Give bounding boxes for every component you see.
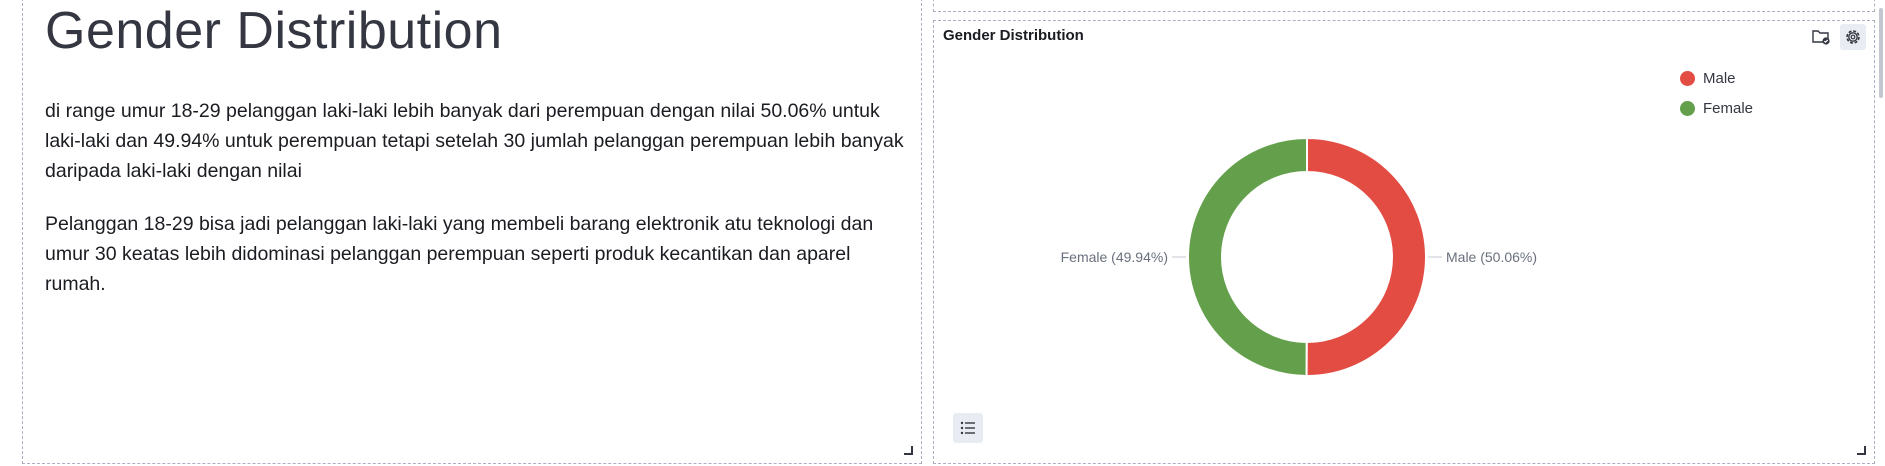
list-icon[interactable] [953, 413, 983, 443]
markdown-paragraph-2: Pelanggan 18-29 bisa jadi pelanggan laki… [45, 213, 874, 295]
donut-slice-female[interactable] [1187, 136, 1308, 378]
visualization-panel: Gender Distribution Male Female Male (50… [933, 20, 1875, 464]
markdown-panel: Gender Distribution di range umur 18-29 … [22, 0, 922, 464]
slice-label-female: Female (49.94%) [1061, 249, 1168, 265]
donut-slice-male[interactable] [1305, 136, 1428, 377]
markdown-paragraph-1: di range umur 18-29 pelanggan laki-laki … [45, 100, 904, 182]
resize-handle[interactable] [904, 446, 913, 455]
resize-handle[interactable] [1857, 446, 1866, 455]
markdown-title: Gender Distribution [45, 2, 503, 60]
slice-label-male: Male (50.06%) [1446, 249, 1537, 265]
page-scrollbar[interactable] [1879, 8, 1883, 98]
upper-panel-edge [933, 0, 1875, 12]
donut-chart: Male (50.06%) Female (49.94%) [1061, 136, 1537, 378]
